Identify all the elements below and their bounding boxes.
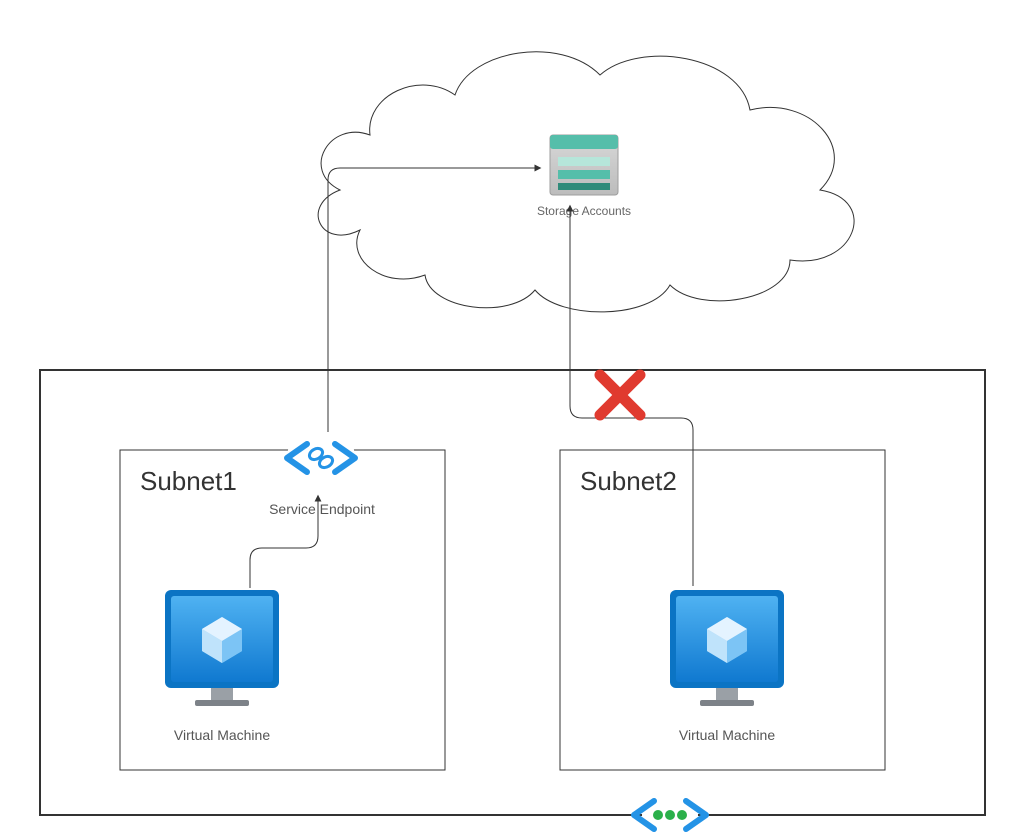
- vm-icon-subnet1: [165, 590, 279, 706]
- subnet1-title: Subnet1: [140, 466, 237, 496]
- vm1-label: Virtual Machine: [174, 727, 270, 743]
- deny-icon: [600, 375, 640, 415]
- arrow-endpoint-to-storage: [328, 168, 540, 432]
- network-diagram: Storage Accounts Subnet1 Subnet2 Service…: [0, 0, 1024, 835]
- vm-icon-subnet2: [670, 590, 784, 706]
- service-endpoint-icon: [287, 424, 355, 492]
- peering-icon: [634, 787, 706, 835]
- storage-label: Storage Accounts: [537, 204, 631, 218]
- subnet2-title: Subnet2: [580, 466, 677, 496]
- service-endpoint-label: Service Endpoint: [269, 501, 375, 517]
- storage-icon: [550, 135, 618, 195]
- vm2-label: Virtual Machine: [679, 727, 775, 743]
- arrow-vm2-to-storage-blocked: [570, 206, 693, 586]
